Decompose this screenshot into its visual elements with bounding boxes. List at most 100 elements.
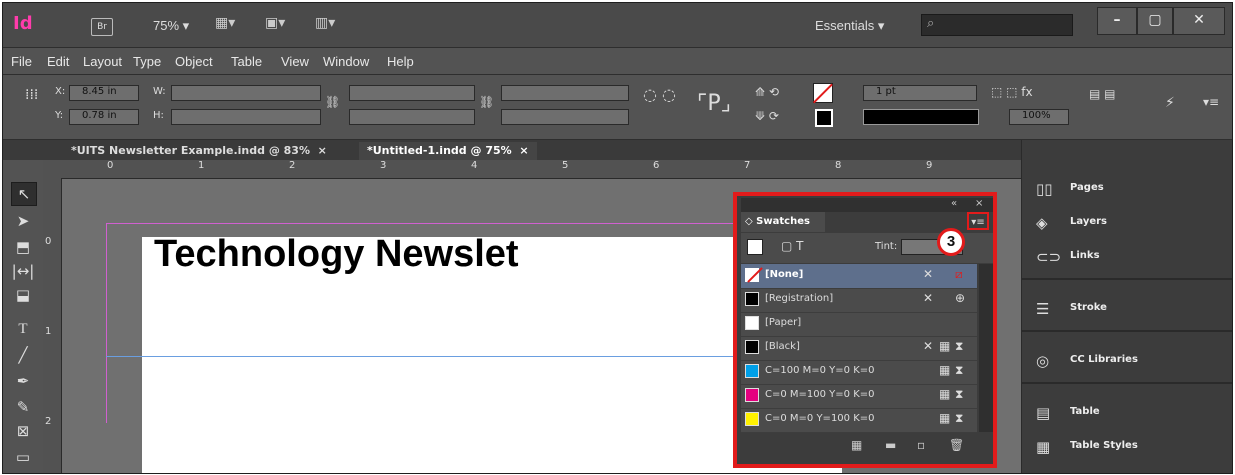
rectangle-frame-tool-icon[interactable]: ⊠: [11, 420, 35, 442]
x-label: X:: [55, 86, 66, 97]
scale-y-field[interactable]: [349, 109, 475, 125]
control-panel-menu-icon[interactable]: ▾≡: [1203, 95, 1219, 109]
close-tab-icon[interactable]: ×: [318, 144, 327, 157]
delete-swatch-icon[interactable]: 🗑: [949, 438, 964, 452]
menu-object[interactable]: Object: [175, 54, 213, 69]
width-field[interactable]: [171, 85, 321, 101]
arrange-documents-icon[interactable]: ▥▾: [315, 15, 335, 31]
margin-guide-left: [106, 223, 107, 423]
swatch-yellow[interactable]: C=0 M=0 Y=100 K=0 ▦ ⧗: [741, 408, 977, 433]
formatting-text-icon[interactable]: ▢ T: [781, 239, 803, 253]
tab-swatches[interactable]: ◇ Swatches: [741, 212, 825, 232]
pages-icon: ▯▯: [1036, 180, 1053, 198]
document-tab-strip: *UITS Newsletter Example.indd @ 83% × *U…: [3, 140, 1021, 160]
stroke-type-dropdown[interactable]: [863, 109, 979, 125]
rectangle-tool-icon[interactable]: ▭: [11, 446, 35, 468]
zoom-level-dropdown[interactable]: 75% ▾: [153, 18, 189, 34]
menu-type[interactable]: Type: [133, 54, 161, 69]
menu-window[interactable]: Window: [323, 54, 369, 69]
screen-mode-icon[interactable]: ▣▾: [265, 15, 285, 31]
swatch-chip: [745, 316, 759, 330]
page-tool-icon[interactable]: ⬒: [11, 236, 35, 258]
show-swatch-kinds-icon[interactable]: ▦: [851, 438, 862, 452]
menu-edit[interactable]: Edit: [47, 54, 69, 69]
rotation-field[interactable]: [501, 85, 629, 101]
direct-selection-tool-icon[interactable]: ➤: [11, 210, 35, 232]
swatch-black[interactable]: [Black] ✕ ▦ ⧗: [741, 336, 977, 361]
selection-tool-icon[interactable]: ↖: [11, 182, 37, 206]
constrain-scale-icon[interactable]: ⛓: [479, 95, 494, 109]
scale-x-field[interactable]: [349, 85, 475, 101]
distribute-icon[interactable]: ⟱ ⟳: [755, 109, 779, 123]
non-editable-icon: ✕: [923, 267, 934, 281]
y-position-field[interactable]: 0.78 in: [69, 109, 139, 125]
bridge-button[interactable]: Br: [91, 18, 113, 36]
quick-apply-icon[interactable]: ⚡: [1165, 95, 1175, 111]
title-bar: Id Br 75% ▾ ▦▾ ▣▾ ▥▾ Essentials ▾ ⌕ – ▢ …: [3, 3, 1232, 48]
shear-field[interactable]: [501, 109, 629, 125]
non-editable-icon: ✕: [923, 291, 934, 305]
gap-tool-icon[interactable]: |↔|: [11, 260, 35, 282]
workspace-switcher[interactable]: Essentials ▾: [815, 18, 884, 34]
stroke-weight-field[interactable]: 1 pt: [863, 85, 977, 101]
x-position-field[interactable]: 8.45 in: [69, 85, 139, 101]
dock-item-table[interactable]: ▤ Table: [1022, 398, 1232, 428]
pencil-tool-icon[interactable]: ✎: [11, 396, 35, 418]
content-collector-icon[interactable]: ⬓: [11, 284, 35, 306]
dock-item-links[interactable]: ⊂⊃ Links: [1022, 242, 1232, 272]
swatch-cyan[interactable]: C=100 M=0 Y=0 K=0 ▦ ⧗: [741, 360, 977, 385]
effects-icon[interactable]: ⬚ ⬚ fx: [991, 85, 1033, 99]
dock-separator: [1022, 278, 1232, 280]
dock-item-layers[interactable]: ◈ Layers: [1022, 208, 1232, 238]
type-tool-icon[interactable]: T: [11, 318, 35, 340]
menu-file[interactable]: File: [11, 54, 32, 69]
search-field[interactable]: ⌕: [921, 14, 1073, 36]
menu-help[interactable]: Help: [387, 54, 414, 69]
process-color-icon: ▦: [939, 363, 951, 377]
collapse-panel-icon[interactable]: «: [951, 198, 957, 209]
line-tool-icon[interactable]: ╱: [11, 344, 35, 366]
swatch-scrollbar[interactable]: [979, 264, 993, 432]
new-swatch-icon[interactable]: ▫: [917, 438, 925, 452]
opacity-field[interactable]: 100%: [1009, 109, 1069, 125]
rotate-icon[interactable]: ◌ ◌: [643, 85, 676, 104]
dock-separator: [1022, 382, 1232, 384]
menu-layout[interactable]: Layout: [83, 54, 122, 69]
swatch-chip: [745, 364, 759, 378]
stroke-swatch[interactable]: [815, 109, 833, 127]
step-callout-badge: 3: [937, 228, 965, 256]
text-wrap-icon[interactable]: ⌜P⌟: [697, 91, 731, 116]
swatch-magenta[interactable]: C=0 M=100 Y=0 K=0 ▦ ⧗: [741, 384, 977, 409]
constrain-proportions-icon[interactable]: ⛓: [325, 95, 340, 109]
fill-stroke-icon[interactable]: [747, 239, 763, 255]
swatch-none[interactable]: [None] ✕ ⧄: [741, 264, 977, 289]
newsletter-headline[interactable]: Technology Newslet: [154, 233, 519, 276]
dock-item-table-styles[interactable]: ▦ Table Styles: [1022, 432, 1232, 462]
dock-item-pages[interactable]: ▯▯ Pages: [1022, 174, 1232, 204]
height-field[interactable]: [171, 109, 321, 125]
dock-item-stroke[interactable]: ☰ Stroke: [1022, 294, 1232, 324]
swatch-registration[interactable]: [Registration] ✕ ⊕: [741, 288, 977, 313]
reference-point-icon[interactable]: ⁞⁞⁞: [25, 87, 38, 103]
swatch-paper[interactable]: [Paper]: [741, 312, 977, 337]
close-button[interactable]: ✕: [1173, 7, 1225, 35]
tab-untitled-1[interactable]: *Untitled-1.indd @ 75% ×: [359, 142, 537, 160]
maximize-button[interactable]: ▢: [1137, 7, 1173, 35]
pen-tool-icon[interactable]: ✒: [11, 370, 35, 392]
minimize-button[interactable]: –: [1097, 7, 1137, 35]
dock-item-cc-libraries[interactable]: ◎ CC Libraries: [1022, 346, 1232, 376]
close-panel-icon[interactable]: ×: [975, 198, 983, 209]
align-icon[interactable]: ⟰ ⟲: [755, 85, 779, 99]
close-tab-icon[interactable]: ×: [519, 144, 528, 157]
object-styles-icon[interactable]: ▤ ▤: [1089, 87, 1116, 101]
ruler-guide[interactable]: [106, 356, 806, 357]
table-icon: ▤: [1036, 404, 1051, 422]
w-label: W:: [153, 86, 166, 97]
cmyk-icon: ⧗: [955, 387, 964, 401]
menu-view[interactable]: View: [281, 54, 309, 69]
tab-uits-newsletter[interactable]: *UITS Newsletter Example.indd @ 83% ×: [63, 142, 335, 160]
panel-menu-icon[interactable]: ▾≡: [967, 212, 989, 230]
new-color-group-icon[interactable]: ▬: [885, 438, 896, 452]
view-options-icon[interactable]: ▦▾: [215, 15, 235, 31]
menu-table[interactable]: Table: [231, 54, 262, 69]
